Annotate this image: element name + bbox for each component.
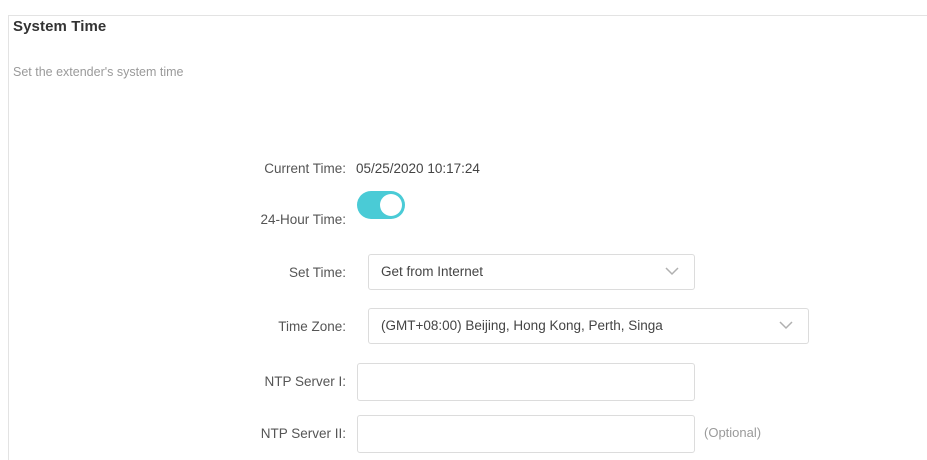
current-time-value: 05/25/2020 10:17:24 (356, 161, 480, 176)
hour24-toggle[interactable] (357, 191, 405, 219)
ntp-server-2-label: NTP Server II: (260, 426, 346, 441)
chevron-down-icon (665, 267, 679, 276)
set-time-select[interactable]: Get from Internet (368, 254, 695, 290)
current-time-label: Current Time: (264, 161, 346, 176)
chevron-down-icon (779, 321, 793, 330)
set-time-label: Set Time: (288, 265, 346, 280)
toggle-knob (380, 194, 402, 216)
section-subtitle: Set the extender's system time (13, 65, 184, 79)
hour24-label: 24-Hour Time: (260, 212, 346, 227)
ntp-server-1-input[interactable] (357, 363, 695, 401)
time-zone-select[interactable]: (GMT+08:00) Beijing, Hong Kong, Perth, S… (368, 308, 809, 344)
time-zone-label: Time Zone: (278, 319, 346, 334)
section-title: System Time (13, 18, 107, 35)
set-time-selected-value: Get from Internet (381, 264, 484, 279)
time-zone-selected-value: (GMT+08:00) Beijing, Hong Kong, Perth, S… (381, 318, 663, 333)
ntp-server-1-label: NTP Server I: (264, 374, 346, 389)
ntp-server-2-input[interactable] (357, 415, 695, 453)
ntp-server-2-optional-hint: (Optional) (704, 425, 762, 440)
